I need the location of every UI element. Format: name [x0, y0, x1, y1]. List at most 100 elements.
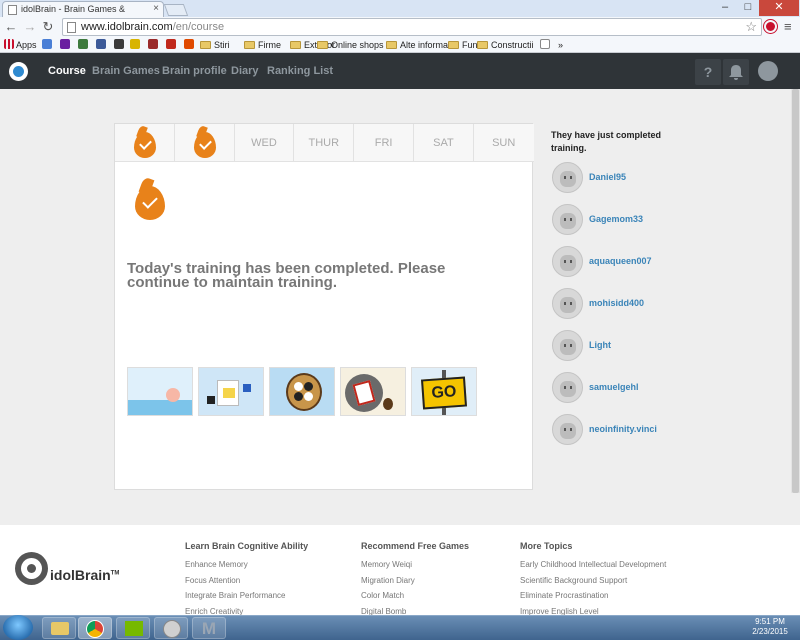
- bookmark-site-icon[interactable]: [78, 38, 90, 52]
- game-thumb-bomb[interactable]: [340, 367, 406, 416]
- nav-diary[interactable]: Diary: [231, 65, 259, 77]
- scrollbar[interactable]: [791, 89, 800, 493]
- course-card: WED THUR FRI SAT SUN Today's training has be…: [114, 123, 534, 490]
- game-thumb-cards[interactable]: [198, 367, 264, 416]
- site-favicon-icon: [78, 39, 88, 49]
- site-favicon-icon: [96, 39, 106, 49]
- user-name[interactable]: Light: [589, 340, 611, 350]
- user-name[interactable]: aquaqueen007: [589, 256, 652, 266]
- menu-icon[interactable]: ≡: [784, 20, 792, 33]
- bookmark-folder[interactable]: Fun: [448, 38, 478, 52]
- game-thumb-sea[interactable]: [127, 367, 193, 416]
- footer-brand-name: idolBrain: [50, 567, 111, 583]
- completed-user[interactable]: Daniel95: [552, 162, 752, 194]
- forward-arrow-icon[interactable]: →: [22, 19, 38, 35]
- user-avatar-icon[interactable]: [552, 204, 583, 235]
- completed-user[interactable]: aquaqueen007: [552, 246, 752, 278]
- bookmark-folder[interactable]: Constructii: [477, 38, 534, 52]
- address-bar[interactable]: www.idolbrain.com/en/course ☆: [62, 18, 762, 36]
- user-avatar-icon[interactable]: [552, 414, 583, 445]
- user-name[interactable]: Gagemom33: [589, 214, 643, 224]
- bookmark-site-icon[interactable]: [148, 38, 160, 52]
- browser-tab[interactable]: idolBrain - Brain Games & ×: [2, 1, 164, 17]
- bookmark-site-icon[interactable]: [114, 38, 126, 52]
- footer-link[interactable]: Scientific Background Support: [520, 573, 666, 589]
- completed-flame-icon: [133, 132, 156, 158]
- user-avatar-icon[interactable]: [552, 246, 583, 277]
- completed-user[interactable]: Light: [552, 330, 752, 362]
- bookmark-site-icon[interactable]: [166, 38, 178, 52]
- bookmark-site-icon[interactable]: [96, 38, 108, 52]
- bookmark-page[interactable]: [540, 38, 552, 52]
- footer-link[interactable]: Focus Attention: [185, 573, 308, 589]
- user-avatar-icon[interactable]: [552, 330, 583, 361]
- help-button[interactable]: ?: [695, 59, 721, 85]
- user-avatar-icon[interactable]: [552, 162, 583, 193]
- folder-icon: [317, 41, 328, 49]
- taskbar-m-app-icon[interactable]: M: [192, 617, 226, 639]
- game-thumb-weiqi[interactable]: [269, 367, 335, 416]
- bookmark-folder[interactable]: Alte informatii: [386, 38, 455, 52]
- bookmark-site-icon[interactable]: [184, 38, 196, 52]
- footer-link[interactable]: Color Match: [361, 588, 469, 604]
- reload-icon[interactable]: ↻: [40, 19, 56, 35]
- nav-ranking-list[interactable]: Ranking List: [267, 65, 333, 77]
- bookmark-label: Alte informatii: [400, 40, 455, 50]
- notification-bell-icon[interactable]: [723, 59, 749, 85]
- user-avatar-icon[interactable]: [552, 288, 583, 319]
- footer-link[interactable]: Eliminate Procrastination: [520, 588, 666, 604]
- footer-link[interactable]: Memory Weiqi: [361, 557, 469, 573]
- taskbar-nvidia-icon[interactable]: [116, 617, 150, 639]
- close-window-button[interactable]: ✕: [759, 0, 799, 16]
- bookmark-apps[interactable]: Apps: [4, 38, 37, 52]
- bookmark-folder[interactable]: Firme: [244, 38, 281, 52]
- start-button[interactable]: [3, 615, 33, 640]
- taskbar-app-icon[interactable]: [154, 617, 188, 639]
- bookmark-site-icon[interactable]: [130, 38, 142, 52]
- user-name[interactable]: mohisidd400: [589, 298, 644, 308]
- new-tab-button[interactable]: [163, 4, 189, 16]
- folder-icon: [244, 41, 255, 49]
- bookmark-folder[interactable]: Online shops: [317, 38, 384, 52]
- bookmarks-bar: AppsStiriFirmeExteriorOnline shopsAlte i…: [0, 37, 800, 53]
- completed-user[interactable]: mohisidd400: [552, 288, 752, 320]
- bookmark-site-icon[interactable]: [60, 38, 72, 52]
- nav-brain-games[interactable]: Brain Games: [92, 65, 160, 77]
- bookmark-label: Apps: [16, 40, 37, 50]
- bookmark-folder[interactable]: Stiri: [200, 38, 230, 52]
- bookmark-label: Firme: [258, 40, 281, 50]
- clock-date: 2/23/2015: [752, 627, 788, 636]
- nav-brain-profile[interactable]: Brain profile: [162, 65, 227, 77]
- taskbar-chrome-icon[interactable]: [78, 617, 112, 639]
- extension-icon[interactable]: [764, 20, 777, 33]
- user-avatar-icon[interactable]: [758, 61, 778, 81]
- footer-link[interactable]: Early Childhood Intellectual Development: [520, 557, 666, 573]
- user-name[interactable]: Daniel95: [589, 172, 626, 182]
- footer-link[interactable]: Migration Diary: [361, 573, 469, 589]
- user-name[interactable]: samuelgehl: [589, 382, 639, 392]
- taskbar-explorer-icon[interactable]: [42, 617, 76, 639]
- footer-column: Learn Brain Cognitive Ability Enhance Mem…: [185, 541, 308, 619]
- bookmark-site-icon[interactable]: [42, 38, 54, 52]
- scrollbar-thumb[interactable]: [792, 89, 799, 493]
- user-avatar-icon[interactable]: [552, 372, 583, 403]
- browser-toolbar: ← → ↻ www.idolbrain.com/en/course ☆: [0, 17, 800, 37]
- nav-course[interactable]: Course: [48, 65, 86, 77]
- completed-flame-icon: [193, 132, 216, 158]
- completed-user[interactable]: Gagemom33: [552, 204, 752, 236]
- user-name[interactable]: neoinfinity.vinci: [589, 424, 657, 434]
- completed-user[interactable]: samuelgehl: [552, 372, 752, 404]
- bookmark-label: Stiri: [214, 40, 230, 50]
- site-favicon-icon: [184, 39, 194, 49]
- tab-close-icon[interactable]: ×: [153, 3, 159, 14]
- footer-link[interactable]: Enhance Memory: [185, 557, 308, 573]
- maximize-button[interactable]: □: [737, 0, 759, 16]
- bookmarks-more-button[interactable]: »: [558, 38, 563, 52]
- game-thumb-go[interactable]: GO: [411, 367, 477, 416]
- bookmark-star-icon[interactable]: ☆: [745, 19, 757, 35]
- minimize-button[interactable]: –: [713, 0, 737, 16]
- footer-link[interactable]: Integrate Brain Performance: [185, 588, 308, 604]
- site-logo-icon[interactable]: [9, 62, 28, 81]
- back-arrow-icon[interactable]: ←: [3, 19, 19, 35]
- completed-user[interactable]: neoinfinity.vinci: [552, 414, 752, 446]
